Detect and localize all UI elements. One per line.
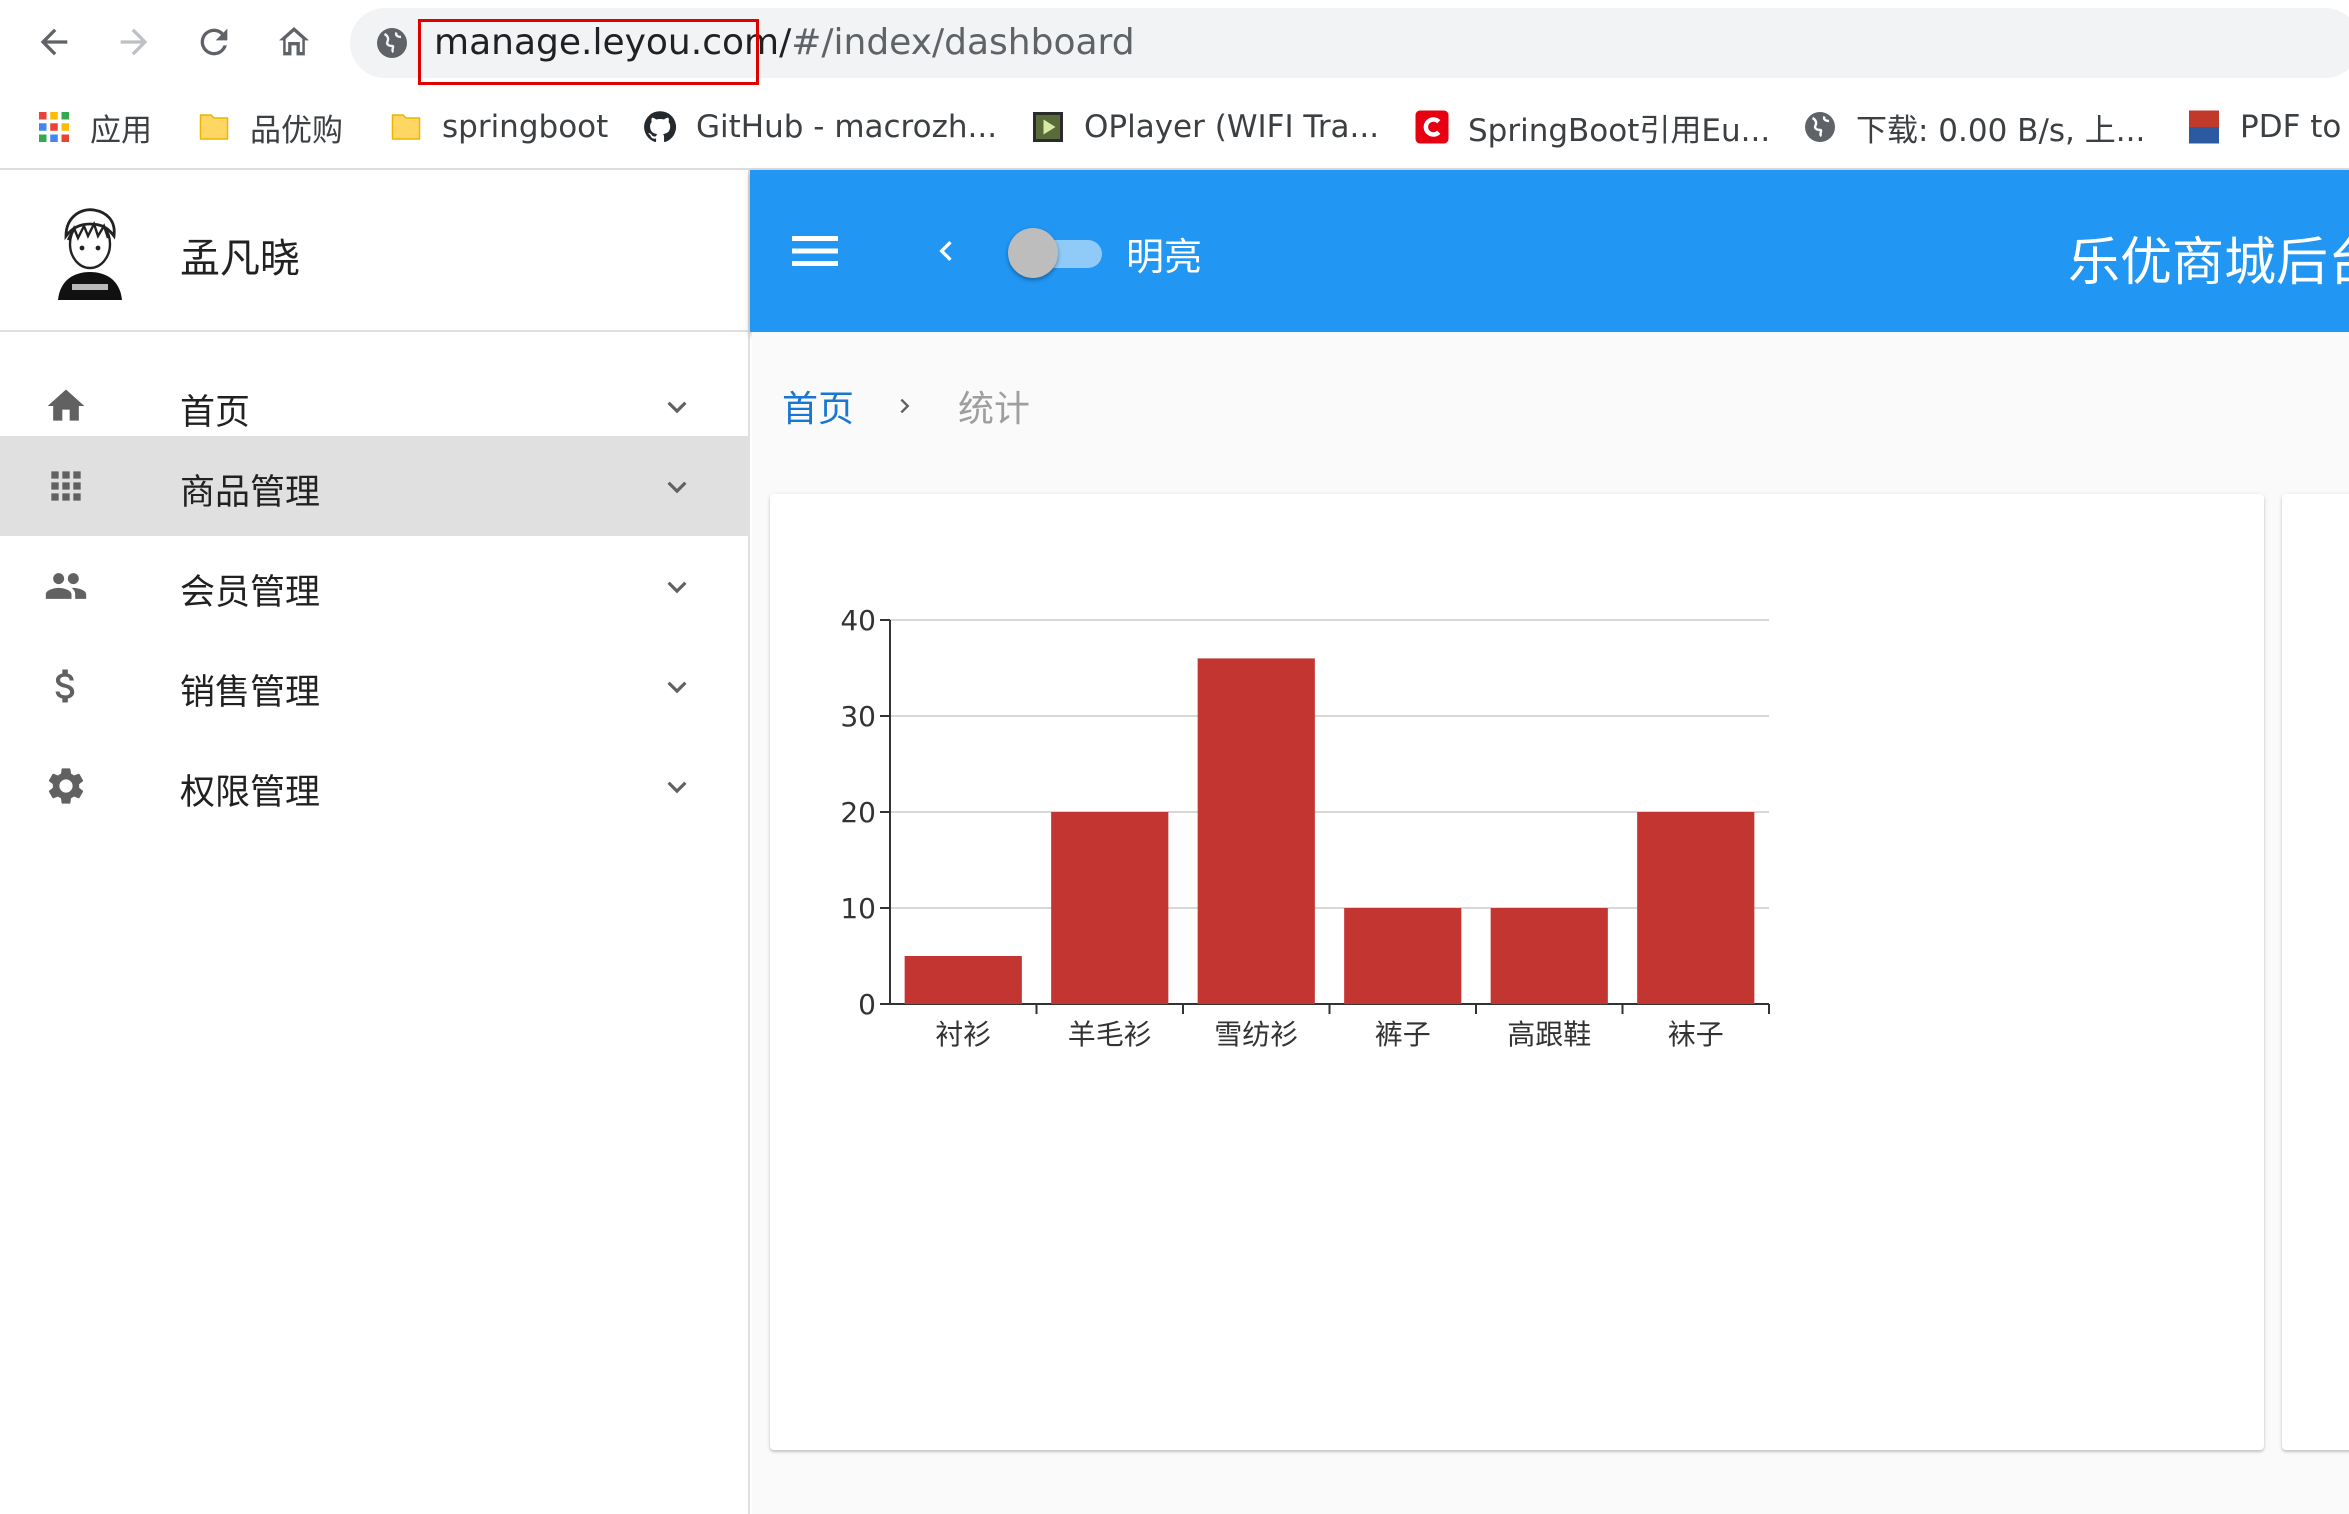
chevron-down-icon[interactable] xyxy=(658,468,696,506)
top-app-bar: 明亮 乐优商城后台 xyxy=(750,170,2349,332)
bar xyxy=(1051,812,1169,1004)
bookmark-label: GitHub - macrozh... xyxy=(696,109,998,145)
secondary-card xyxy=(2282,494,2349,1450)
bookmark-label: 品优购 xyxy=(250,112,343,149)
url-path: #/index/dashboard xyxy=(791,22,1135,63)
main-content: 首页 统计 0 10 20 30 40 衬衫 羊毛衫 雪纺衫 裤子 高跟鞋 袜子 xyxy=(752,332,2349,1514)
x-tick-label: 衬衫 xyxy=(935,1018,991,1051)
sidebar: 孟凡晓 首页 商品管理 会员管理 销售管理 权限管理 xyxy=(0,170,750,1514)
apps-grid-icon xyxy=(39,112,69,142)
people-icon xyxy=(45,573,87,599)
bar xyxy=(1197,658,1315,1004)
chevron-down-icon[interactable] xyxy=(658,568,696,606)
bookmark-label: 下载: 0.00 B/s, 上... xyxy=(1856,112,2146,149)
home-button-icon[interactable] xyxy=(266,14,322,70)
bookmark-label: OPlayer (WIFI Tra... xyxy=(1084,109,1380,145)
bookmarks-bar: 应用 品优购 springboot GitHub - macrozh... OP… xyxy=(0,86,2349,170)
bookmark-label: PDF to xyxy=(2240,109,2342,145)
bar-chart: 0 10 20 30 40 衬衫 羊毛衫 雪纺衫 裤子 高跟鞋 袜子 xyxy=(840,604,1770,1051)
x-tick-label: 高跟鞋 xyxy=(1507,1018,1591,1051)
apps-icon xyxy=(51,471,81,501)
bar xyxy=(1637,812,1755,1004)
sidebar-item-sales[interactable]: 销售管理 xyxy=(0,636,748,736)
sidebar-item-label: 首页 xyxy=(180,393,251,433)
sidebar-item-label: 权限管理 xyxy=(180,773,321,813)
x-tick-label: 羊毛衫 xyxy=(1068,1018,1152,1051)
bookmark-pdf[interactable]: PDF to xyxy=(2186,104,2341,150)
bookmark-label: 应用 xyxy=(90,112,152,149)
oplayer-icon xyxy=(1033,112,1063,142)
csdn-icon xyxy=(1415,110,1449,144)
pdf-icon xyxy=(2189,110,2219,144)
switch-thumb xyxy=(1008,228,1058,278)
bookmark-apps[interactable]: 应用 xyxy=(36,104,152,150)
bar xyxy=(1490,908,1608,1004)
user-name: 孟凡晓 xyxy=(180,236,300,282)
x-tick-label: 雪纺衫 xyxy=(1214,1018,1298,1051)
folder-icon xyxy=(391,114,421,140)
theme-switch-label: 明亮 xyxy=(1126,235,1203,279)
chevron-down-icon[interactable] xyxy=(658,388,696,426)
theme-toggle-switch[interactable] xyxy=(1008,226,1104,278)
folder-icon xyxy=(199,114,229,140)
bookmark-download[interactable]: 下载: 0.00 B/s, 上... xyxy=(1802,104,2145,150)
home-icon xyxy=(47,389,85,421)
breadcrumb-home-link[interactable]: 首页 xyxy=(782,380,854,432)
bar xyxy=(1344,908,1462,1004)
y-tick-label: 20 xyxy=(840,796,876,829)
bookmark-label: SpringBoot引用Eu... xyxy=(1468,112,1771,149)
chevron-down-icon[interactable] xyxy=(658,768,696,806)
x-tick-label: 袜子 xyxy=(1668,1018,1724,1051)
y-tick-label: 10 xyxy=(840,892,876,925)
bookmark-springboot[interactable]: springboot xyxy=(388,104,608,150)
site-globe-icon xyxy=(377,28,407,58)
sidebar-item-label: 商品管理 xyxy=(180,473,321,513)
sidebar-item-label: 会员管理 xyxy=(180,573,321,613)
github-icon xyxy=(644,111,677,143)
address-bar[interactable]: manage.leyou.com/#/index/dashboard xyxy=(350,8,2349,78)
y-tick-label: 30 xyxy=(840,700,876,733)
url-host: manage.leyou.com/ xyxy=(434,22,792,63)
chart-card: 0 10 20 30 40 衬衫 羊毛衫 雪纺衫 裤子 高跟鞋 袜子 xyxy=(770,494,2264,1450)
bookmark-github[interactable]: GitHub - macrozh... xyxy=(642,104,997,150)
url-text: manage.leyou.com/#/index/dashboard xyxy=(434,22,1135,64)
user-profile: 孟凡晓 xyxy=(0,170,748,332)
sidebar-item-label: 销售管理 xyxy=(180,673,321,713)
chevron-down-icon[interactable] xyxy=(658,668,696,706)
chevron-right-icon xyxy=(900,398,910,414)
globe-icon xyxy=(1805,112,1835,142)
sidebar-item-goods[interactable]: 商品管理 xyxy=(0,436,748,536)
x-tick-label: 裤子 xyxy=(1375,1018,1431,1051)
y-tick-label: 40 xyxy=(840,604,876,637)
bookmark-pinyougou[interactable]: 品优购 xyxy=(196,104,343,150)
bookmark-label: springboot xyxy=(442,109,609,145)
browser-toolbar: manage.leyou.com/#/index/dashboard xyxy=(0,0,2349,86)
bar xyxy=(904,956,1022,1004)
sidebar-item-members[interactable]: 会员管理 xyxy=(0,536,748,636)
bookmark-csdn[interactable]: SpringBoot引用Eu... xyxy=(1414,104,1770,150)
menu-icon[interactable] xyxy=(790,230,840,272)
dollar-icon xyxy=(55,669,75,703)
app-title: 乐优商城后台 xyxy=(2068,233,2349,293)
sidebar-item-permissions[interactable]: 权限管理 xyxy=(0,736,748,836)
back-arrow-icon[interactable] xyxy=(26,14,82,70)
breadcrumb-current: 统计 xyxy=(958,389,1031,430)
y-tick-label: 0 xyxy=(858,988,876,1021)
forward-arrow-icon[interactable] xyxy=(106,14,162,70)
bookmark-oplayer[interactable]: OPlayer (WIFI Tra... xyxy=(1030,104,1379,150)
settings-icon xyxy=(48,768,84,804)
avatar xyxy=(58,208,122,300)
chevron-left-icon[interactable] xyxy=(926,230,966,272)
reload-icon[interactable] xyxy=(186,14,242,70)
breadcrumb: 首页 统计 xyxy=(782,380,1030,432)
